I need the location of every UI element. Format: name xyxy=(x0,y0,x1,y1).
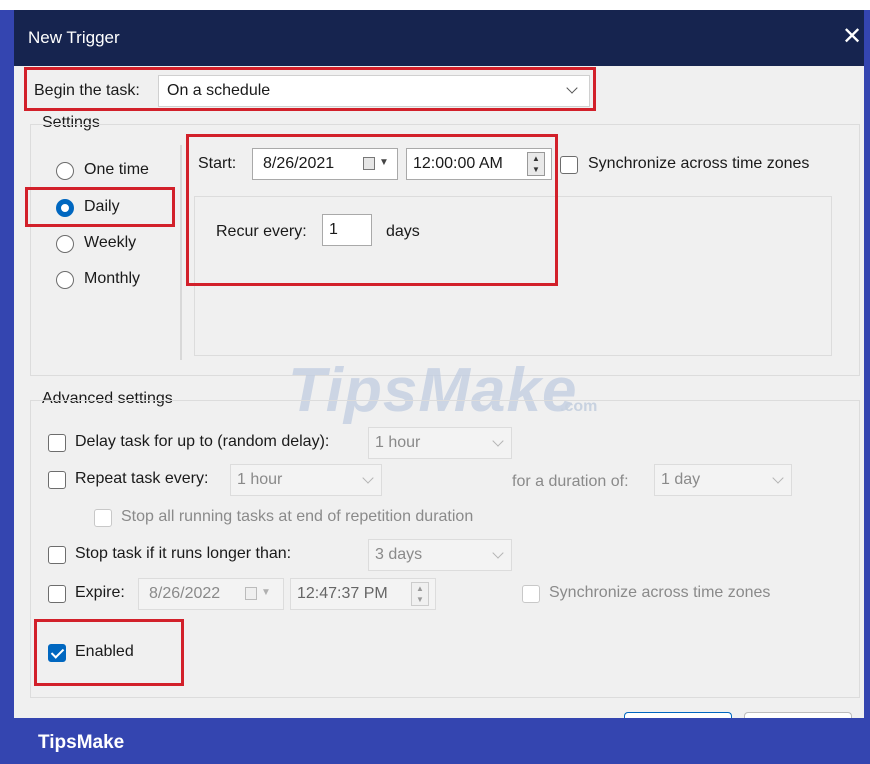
dropdown-arrow-icon: ▼ xyxy=(261,587,271,598)
stop-longer-select[interactable]: 3 days xyxy=(368,539,512,571)
duration-value: 1 day xyxy=(661,471,701,488)
radio-button[interactable] xyxy=(56,162,74,180)
checkbox[interactable] xyxy=(522,585,540,603)
title-bar xyxy=(14,10,864,66)
highlight-start-recur xyxy=(186,134,558,286)
expire-date-picker[interactable]: 8/26/2022 ▼ xyxy=(138,578,284,610)
radio-button[interactable] xyxy=(56,271,74,289)
brand-logo: TipsMake xyxy=(38,732,125,753)
expire-time-value: 12:47:37 PM xyxy=(297,585,388,602)
stop-longer-value: 3 days xyxy=(375,546,423,563)
checkbox[interactable] xyxy=(48,471,66,489)
stop-longer-label: Stop task if it runs longer than: xyxy=(75,545,292,562)
radio-label: One time xyxy=(84,161,149,178)
radio-label: Monthly xyxy=(84,270,141,287)
chevron-down-icon xyxy=(492,435,504,447)
expire-label: Expire: xyxy=(75,584,125,601)
repeat-label: Repeat task every: xyxy=(75,470,209,487)
repeat-value: 1 hour xyxy=(237,471,283,488)
stop-all-label: Stop all running tasks at end of repetit… xyxy=(121,508,474,525)
checkbox[interactable] xyxy=(560,156,578,174)
highlight-daily xyxy=(25,187,175,227)
chevron-down-icon xyxy=(772,472,784,484)
expire-date-value: 8/26/2022 xyxy=(149,585,221,602)
checkbox[interactable] xyxy=(48,585,66,603)
window-border-right xyxy=(864,10,870,718)
highlight-begin-task xyxy=(24,67,596,111)
checkbox[interactable] xyxy=(48,546,66,564)
delay-value: 1 hour xyxy=(375,434,421,451)
top-strip xyxy=(0,0,870,10)
window-title: New Trigger xyxy=(28,28,120,47)
checkbox[interactable] xyxy=(48,434,66,452)
radio-button[interactable] xyxy=(56,235,74,253)
window-border-left xyxy=(0,10,14,718)
expire-time-picker[interactable]: 12:47:37 PM ▲ ▼ xyxy=(290,578,436,610)
close-icon[interactable]: ✕ xyxy=(838,22,866,52)
spinner-icon[interactable]: ▲ ▼ xyxy=(411,582,429,606)
highlight-enabled xyxy=(34,619,184,686)
radio-label: Weekly xyxy=(84,234,137,251)
settings-divider xyxy=(180,145,182,360)
delay-label: Delay task for up to (random delay): xyxy=(75,433,330,450)
chevron-down-icon xyxy=(492,547,504,559)
duration-select[interactable]: 1 day xyxy=(654,464,792,496)
brand-bar xyxy=(0,718,870,764)
calendar-icon[interactable] xyxy=(245,587,257,600)
duration-label: for a duration of: xyxy=(512,473,629,490)
sync-timezones-label: Synchronize across time zones xyxy=(588,155,810,172)
chevron-down-icon xyxy=(362,472,374,484)
delay-select[interactable]: 1 hour xyxy=(368,427,512,459)
repeat-select[interactable]: 1 hour xyxy=(230,464,382,496)
expire-sync-label: Synchronize across time zones xyxy=(549,584,771,601)
checkbox[interactable] xyxy=(94,509,112,527)
